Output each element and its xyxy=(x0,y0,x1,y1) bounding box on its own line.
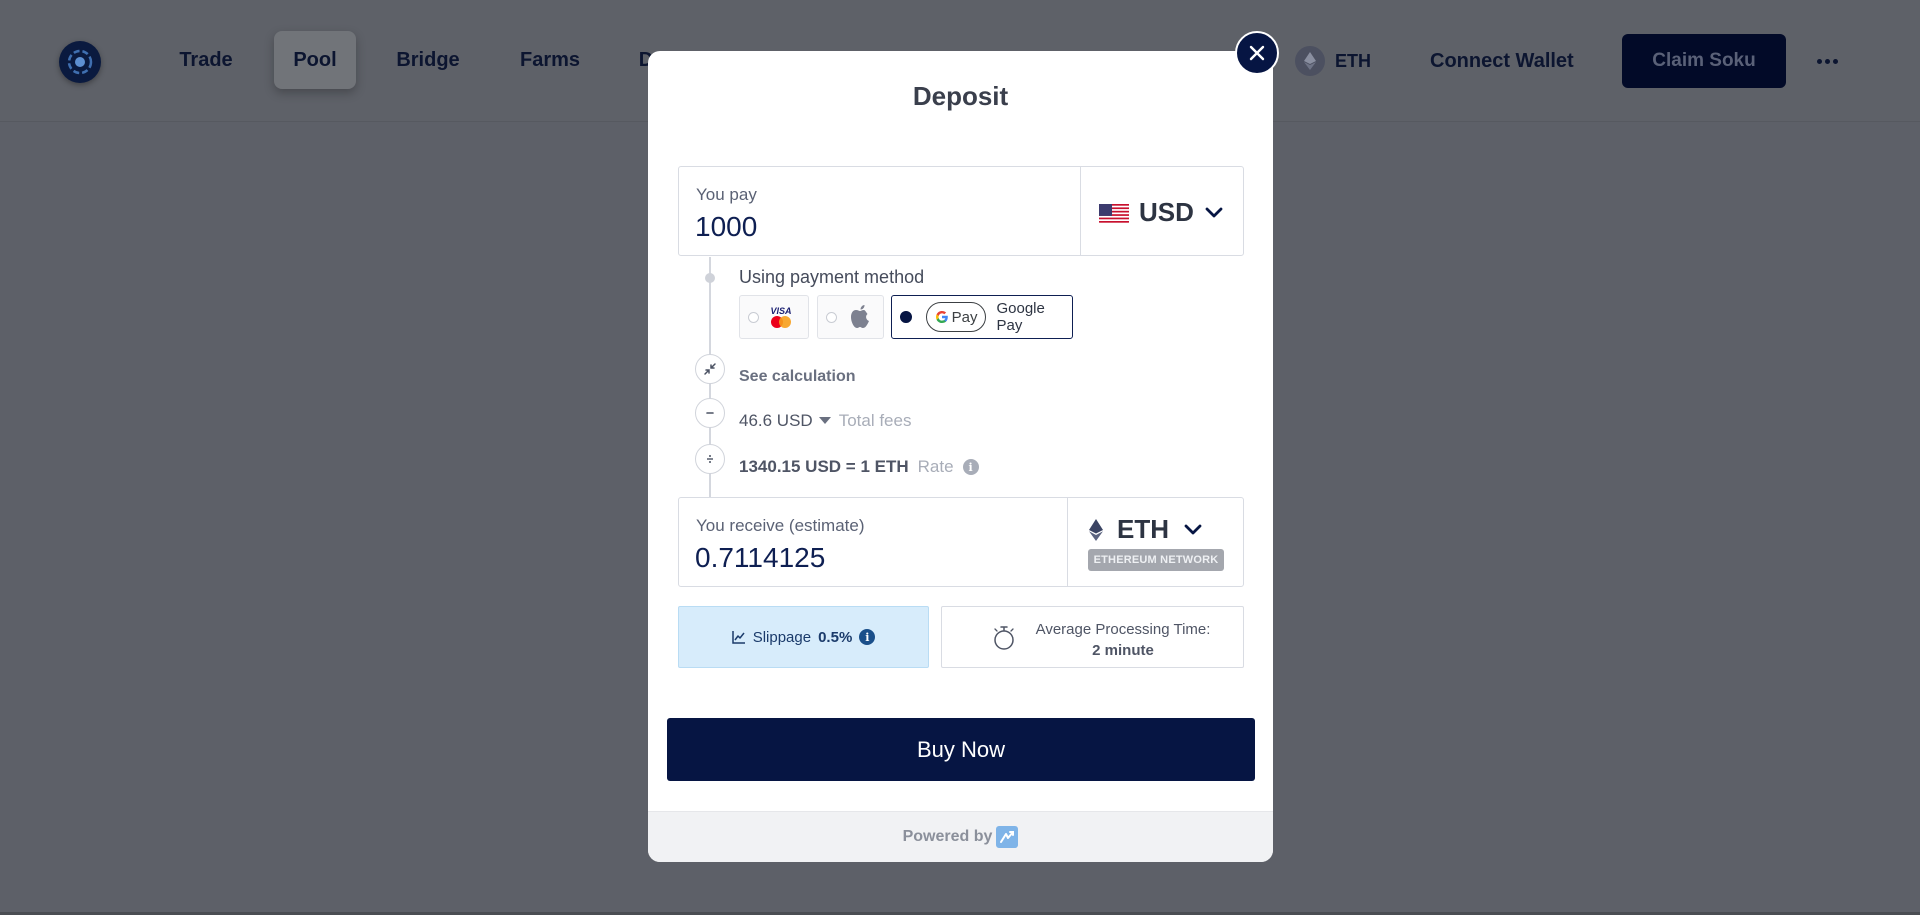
nav-bridge[interactable]: Bridge xyxy=(388,31,468,89)
claim-soku-button[interactable]: Claim Soku xyxy=(1622,34,1786,88)
radio-google-pay[interactable] xyxy=(900,311,912,323)
payment-option-card[interactable]: VISA xyxy=(739,295,809,339)
nav-pool[interactable]: Pool xyxy=(274,31,356,89)
powered-by-footer: Powered by xyxy=(648,811,1273,862)
receive-label: You receive (estimate) xyxy=(696,516,865,535)
pay-label: You pay xyxy=(696,185,757,204)
radio-card[interactable] xyxy=(748,311,759,323)
processing-time-label: Average Processing Time: xyxy=(1035,621,1211,638)
slippage-settings-button[interactable]: Slippage 0.5% i xyxy=(678,606,929,668)
close-modal-button[interactable] xyxy=(1235,31,1279,75)
chart-line-icon xyxy=(731,631,745,644)
rate-label: Rate xyxy=(917,457,954,476)
network-selector[interactable]: ETH xyxy=(1295,46,1371,76)
logo-icon xyxy=(67,49,93,75)
app-logo[interactable] xyxy=(59,41,101,83)
google-pay-icon: Pay xyxy=(925,302,987,332)
slippage-value: 0.5% xyxy=(818,628,853,646)
divide-icon xyxy=(695,444,725,474)
nav-farms[interactable]: Farms xyxy=(512,31,588,89)
receive-amount: 0.7114125 xyxy=(695,542,826,573)
visa-mastercard-icon: VISA xyxy=(767,304,795,330)
network-badge: ETHEREUM NETWORK xyxy=(1088,549,1224,571)
pay-amount-input[interactable]: 1000 xyxy=(695,211,757,243)
buy-now-button[interactable]: Buy Now xyxy=(667,718,1255,781)
ethereum-icon xyxy=(1089,518,1103,541)
powered-by-label: Powered by xyxy=(902,828,993,845)
google-pay-pill-text: Pay xyxy=(951,308,978,326)
us-flag-icon xyxy=(1099,202,1129,224)
steps-rail-dot xyxy=(705,273,715,283)
fees-label: Total fees xyxy=(838,411,912,430)
svg-text:VISA: VISA xyxy=(770,306,791,316)
slippage-info-icon[interactable]: i xyxy=(859,629,876,645)
minus-icon xyxy=(695,398,725,428)
caret-down-icon xyxy=(818,417,831,424)
pay-currency-selector[interactable]: USD xyxy=(1099,197,1224,228)
payment-option-apple-pay[interactable] xyxy=(817,295,884,339)
chevron-down-icon xyxy=(1205,207,1223,217)
fees-row: 46.6 USD Total fees xyxy=(739,411,911,431)
radio-apple-pay[interactable] xyxy=(826,311,837,323)
pay-field: You pay 1000 USD xyxy=(678,166,1244,256)
see-calculation-toggle[interactable]: See calculation xyxy=(739,368,856,386)
pay-divider xyxy=(1080,167,1081,255)
payment-option-google-pay[interactable]: Pay Google Pay xyxy=(891,295,1073,339)
processing-time-card: Average Processing Time: 2 minute xyxy=(941,606,1244,668)
collapse-calculation-icon[interactable] xyxy=(695,354,725,384)
slippage-label: Slippage xyxy=(752,628,812,646)
rate-row: 1340.15 USD = 1 ETH Rate i xyxy=(739,457,979,477)
ethereum-icon xyxy=(1295,46,1325,76)
connect-wallet-button[interactable]: Connect Wallet xyxy=(1430,46,1574,76)
receive-currency-selector[interactable]: ETH xyxy=(1089,514,1203,545)
apple-icon xyxy=(849,304,871,330)
fees-value-dropdown[interactable]: 46.6 USD xyxy=(739,411,831,431)
chevron-down-icon xyxy=(1184,524,1202,534)
receive-divider xyxy=(1067,498,1068,586)
google-pay-label: Google Pay xyxy=(996,300,1045,334)
more-menu-icon[interactable] xyxy=(1812,46,1842,76)
pay-currency-label: USD xyxy=(1139,197,1194,227)
processing-time-text: Average Processing Time: 2 minute xyxy=(1028,619,1218,661)
receive-currency-label: ETH xyxy=(1117,514,1169,544)
network-label: ETH xyxy=(1335,50,1371,71)
close-icon xyxy=(1249,45,1265,61)
stopwatch-icon xyxy=(994,626,1014,650)
modal-title: Deposit xyxy=(912,81,1009,111)
deposit-modal: Deposit You pay 1000 USD Using payment m… xyxy=(648,51,1273,862)
receive-field: You receive (estimate) 0.7114125 ETH ETH… xyxy=(678,497,1244,587)
provider-logo-icon[interactable] xyxy=(996,826,1019,848)
rate-info-icon[interactable]: i xyxy=(962,459,979,475)
processing-time-value: 2 minute xyxy=(1092,642,1154,659)
nav-trade[interactable]: Trade xyxy=(168,31,244,89)
payment-method-label: Using payment method xyxy=(739,267,925,287)
rate-value: 1340.15 USD = 1 ETH xyxy=(739,457,909,476)
